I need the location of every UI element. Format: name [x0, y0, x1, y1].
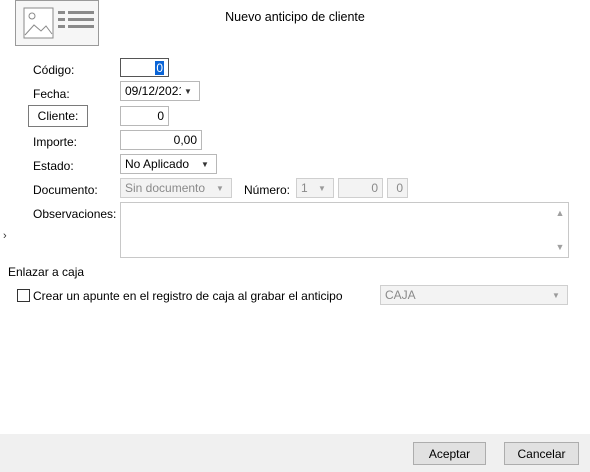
cliente-value: 0 [157, 109, 164, 123]
fecha-value: 09/12/2021 [125, 84, 181, 98]
observaciones-label: Observaciones: [33, 207, 117, 221]
chevron-down-icon[interactable]: ▼ [198, 160, 212, 169]
codigo-input[interactable]: 0 [120, 58, 169, 77]
chevron-down-icon[interactable]: ▼ [181, 87, 195, 96]
numero-sub-value: 0 [396, 181, 403, 195]
cliente-button[interactable]: Cliente: [28, 105, 88, 127]
documento-select[interactable]: Sin documento ▼ [120, 178, 232, 198]
importe-input[interactable]: 0,00 [120, 130, 202, 150]
chevron-down-icon[interactable]: ▼ [552, 239, 568, 255]
crear-apunte-checkbox[interactable] [17, 289, 30, 302]
codigo-label: Código: [33, 63, 75, 77]
importe-label: Importe: [33, 135, 78, 149]
caja-value: CAJA [385, 288, 416, 302]
numero-input[interactable]: 0 [338, 178, 383, 198]
enlazar-caja-section-label: Enlazar a caja [8, 265, 85, 279]
cancelar-button-label: Cancelar [517, 446, 566, 461]
chevron-up-icon[interactable]: ▲ [552, 205, 568, 221]
documento-value: Sin documento [125, 181, 206, 195]
crear-apunte-label[interactable]: Crear un apunte en el registro de caja a… [33, 289, 343, 303]
numero-serie-select[interactable]: 1 ▼ [296, 178, 334, 198]
fecha-datepicker[interactable]: 09/12/2021 ▼ [120, 81, 200, 101]
numero-label: Número: [244, 183, 291, 197]
expand-chevron-right-icon[interactable]: › [3, 230, 7, 242]
numero-sub-input[interactable]: 0 [387, 178, 408, 198]
documento-label: Documento: [33, 183, 98, 197]
cliente-input[interactable]: 0 [120, 106, 169, 126]
numero-serie-value: 1 [301, 181, 308, 195]
aceptar-button-label: Aceptar [428, 446, 471, 461]
observaciones-textarea[interactable]: ▲ ▼ [120, 202, 569, 258]
caja-select[interactable]: CAJA ▼ [380, 285, 568, 305]
estado-label: Estado: [33, 159, 74, 173]
dialog-footer [0, 434, 590, 472]
cancelar-button[interactable]: Cancelar [504, 442, 579, 465]
numero-value: 0 [371, 181, 378, 195]
chevron-down-icon[interactable]: ▼ [213, 184, 227, 193]
importe-value: 0,00 [173, 133, 197, 147]
dialog-title: Nuevo anticipo de cliente [225, 10, 365, 24]
observaciones-scrollbar[interactable]: ▲ ▼ [552, 203, 568, 257]
cliente-button-label: Cliente: [37, 109, 79, 123]
estado-value: No Aplicado [125, 157, 190, 171]
chevron-down-icon[interactable]: ▼ [549, 291, 563, 300]
chevron-down-icon[interactable]: ▼ [315, 184, 329, 193]
aceptar-button[interactable]: Aceptar [413, 442, 486, 465]
codigo-value: 0 [155, 60, 164, 75]
fecha-label: Fecha: [33, 87, 70, 101]
estado-select[interactable]: No Aplicado ▼ [120, 154, 217, 174]
